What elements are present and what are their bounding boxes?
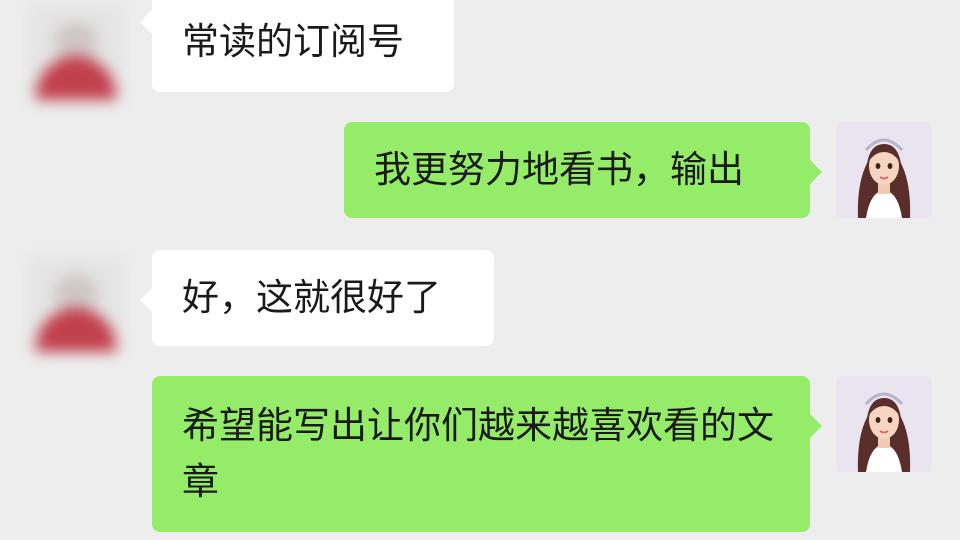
woman-portrait-icon (836, 122, 932, 218)
message-bubble-outgoing[interactable]: 希望能写出让你们越来越喜欢看的文章 (152, 376, 822, 532)
message-bubble-outgoing[interactable]: 我更努力地看书，输出 (344, 122, 822, 218)
contact-avatar[interactable] (28, 4, 124, 100)
user-avatar[interactable] (836, 376, 932, 472)
user-avatar[interactable] (836, 122, 932, 218)
message-text: 常读的订阅号 (182, 20, 404, 63)
message-bubble-incoming[interactable]: 好，这就很好了 (140, 250, 494, 346)
message-text: 好，这就很好了 (182, 276, 441, 319)
message-text: 希望能写出让你们越来越喜欢看的文章 (182, 404, 774, 503)
woman-portrait-icon (836, 376, 932, 472)
contact-avatar[interactable] (28, 256, 124, 352)
message-text: 我更努力地看书，输出 (374, 148, 744, 191)
message-bubble-incoming[interactable]: 常读的订阅号 (140, 0, 454, 92)
chat-view: 常读的订阅号 我更努力地看书，输出 好，这就很好了 希望能写出让你们越来越喜欢看… (0, 0, 960, 540)
